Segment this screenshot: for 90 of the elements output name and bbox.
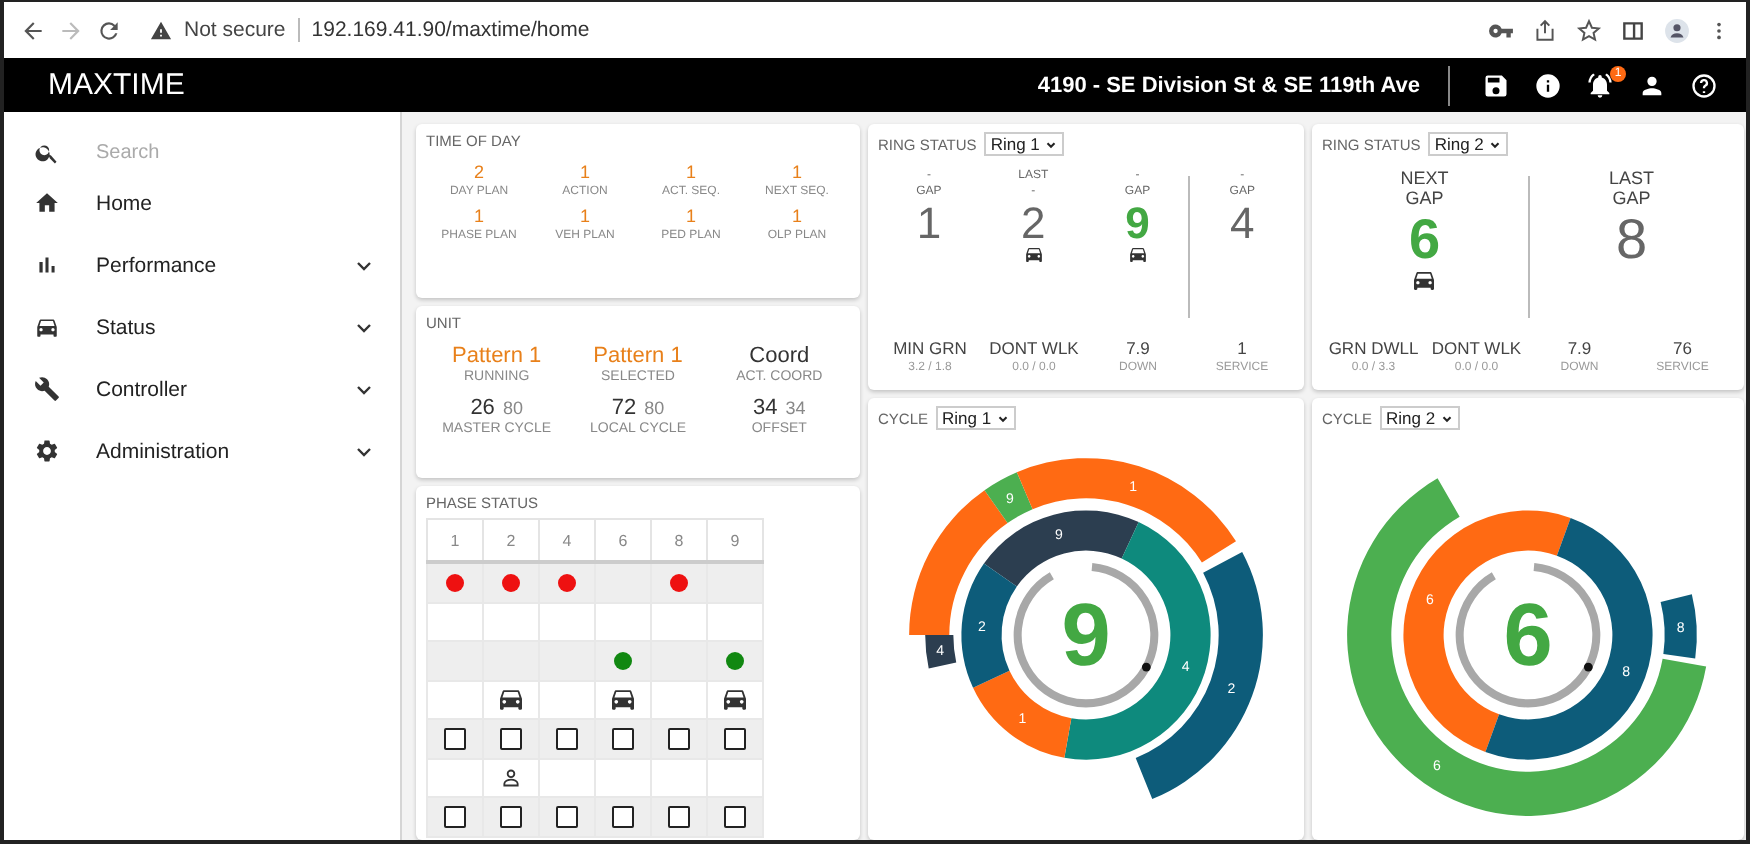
save-icon[interactable] (1482, 71, 1510, 99)
phase-number: 2 (1020, 200, 1046, 248)
sidebar-icon[interactable] (1620, 17, 1646, 43)
info-icon[interactable] (1534, 71, 1562, 99)
checkbox[interactable] (668, 805, 690, 828)
position-marker (1583, 662, 1593, 672)
mode-value: Pattern 1 (452, 344, 542, 368)
cycle-value: 34 (753, 396, 778, 420)
checkbox[interactable] (500, 805, 522, 828)
nav-item[interactable]: Status (4, 296, 400, 358)
stat-value: DONT WLK (989, 338, 1079, 358)
search-icon (34, 139, 60, 165)
mode-value: Pattern 1 (593, 344, 683, 368)
nav-item[interactable]: Home (4, 172, 400, 234)
plan-value: 1 (473, 206, 484, 226)
position-marker (1141, 662, 1151, 672)
car-icon (612, 689, 634, 710)
ring-select[interactable]: Ring 1 (984, 132, 1064, 156)
star-icon[interactable] (1576, 17, 1602, 43)
nav-item[interactable]: Performance (4, 234, 400, 296)
wrench-icon (34, 376, 60, 402)
phase-number: 1 (916, 200, 942, 248)
plan-value: 1 (791, 162, 802, 182)
stat-value: 1 (1237, 338, 1247, 358)
chevron-down-icon (995, 411, 1010, 425)
plan-value: 1 (579, 206, 590, 226)
security-label: Not secure (184, 18, 300, 42)
checkbox[interactable] (444, 805, 466, 828)
profile-icon[interactable] (1664, 17, 1690, 43)
cycle-limit: 80 (644, 398, 665, 418)
plan-value: 1 (579, 162, 590, 182)
checkbox[interactable] (444, 727, 466, 750)
cycle-limit: 34 (785, 398, 806, 418)
help-icon[interactable] (1690, 71, 1718, 99)
car-icon (500, 689, 522, 710)
stat-value: MIN GRN (893, 338, 967, 358)
phase-number: 8 (1615, 208, 1648, 272)
stat-value: GRN DWLL (1328, 338, 1419, 358)
ring-select[interactable]: Ring 2 (1380, 406, 1460, 430)
checkbox[interactable] (612, 727, 634, 750)
intersection-name: 4190 - SE Division St & SE 119th Ave (1037, 73, 1420, 97)
reload-icon[interactable] (96, 17, 122, 43)
stat-value: 7.9 (1126, 338, 1150, 358)
mode-value: Coord (749, 344, 810, 368)
chevron-down-icon (1487, 137, 1502, 151)
plan-value: 2 (473, 162, 484, 182)
home-icon (34, 190, 60, 216)
car-icon (724, 689, 746, 710)
current-phase: 9 (1061, 587, 1111, 686)
cycle-limit: 80 (502, 398, 523, 418)
phase-caption: LAST (1608, 168, 1654, 188)
plan-value: 1 (685, 206, 696, 226)
checkbox[interactable] (668, 727, 690, 750)
checkbox[interactable] (500, 727, 522, 750)
plan-value: 1 (791, 206, 802, 226)
alarm-bell-icon[interactable] (1586, 71, 1614, 99)
pedestrian-icon (500, 767, 522, 788)
plan-value: 1 (685, 162, 696, 182)
stat-value: 76 (1673, 338, 1692, 358)
phase-number: 9 (1125, 200, 1150, 248)
ring-select[interactable]: Ring 1 (936, 406, 1016, 430)
nav-item[interactable]: Controller (4, 358, 400, 420)
phase-number: 4 (1229, 200, 1255, 248)
share-icon[interactable] (1532, 17, 1558, 43)
checkbox[interactable] (556, 727, 578, 750)
checkbox[interactable] (724, 727, 746, 750)
current-phase: 6 (1503, 587, 1553, 686)
checkbox[interactable] (556, 805, 578, 828)
warning-icon (150, 19, 172, 41)
phase-caption: GAP (1405, 188, 1444, 208)
phase-number: 6 (1408, 208, 1441, 272)
checkbox[interactable] (724, 805, 746, 828)
ring-select[interactable]: Ring 2 (1428, 132, 1508, 156)
back-icon[interactable] (20, 17, 46, 43)
chevron-down-icon (1043, 137, 1058, 151)
user-icon[interactable] (1638, 71, 1666, 99)
url-text: 192.169.41.90/maxtime/home (311, 18, 590, 42)
stat-value: 7.9 (1567, 338, 1592, 358)
nav-item[interactable]: Administration (4, 420, 400, 482)
stat-value: DONT WLK (1431, 338, 1522, 358)
checkbox[interactable] (612, 805, 634, 828)
bar-chart-icon (34, 252, 60, 278)
phase-caption: GAP (1612, 188, 1651, 208)
app-title: MAXTIME (48, 68, 187, 102)
car-icon (34, 314, 60, 340)
chevron-down-icon (1439, 411, 1454, 425)
cycle-value: 72 (611, 396, 637, 420)
phase-caption: NEXT (1400, 168, 1449, 188)
cycle-value: 26 (470, 396, 495, 420)
settings-icon (34, 438, 60, 464)
